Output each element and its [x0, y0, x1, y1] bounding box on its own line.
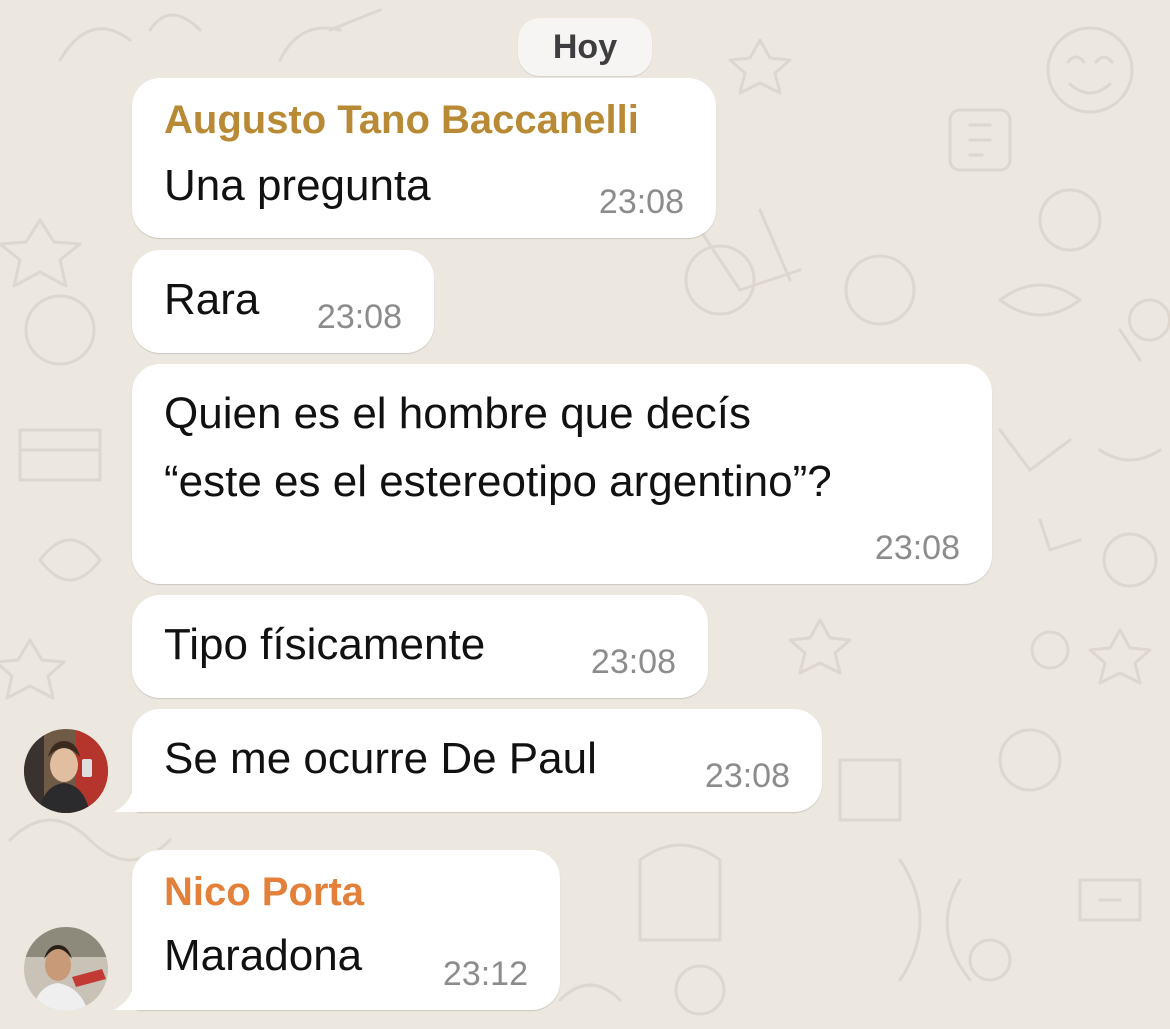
avatar[interactable]	[24, 927, 108, 1011]
message-time: 23:08	[598, 183, 684, 221]
message-bubble[interactable]: Nico Porta Maradona 23:12	[114, 850, 560, 1010]
message-bubble[interactable]: Tipo físicamente 23:08	[132, 595, 708, 698]
message-text: Se me ocurre De Paul	[164, 734, 597, 783]
message-time: 23:08	[874, 529, 960, 567]
message-bubble[interactable]: Augusto Tano Baccanelli Una pregunta 23:…	[132, 78, 716, 238]
sender-name[interactable]: Nico Porta	[164, 870, 364, 915]
message-text: Rara	[164, 275, 260, 324]
message-time: 23:08	[704, 757, 790, 795]
message-text: “este es el estereotipo argentino”?	[164, 457, 832, 506]
chat-messages[interactable]: Hoy Augusto Tano Baccanelli Una pregunta…	[0, 0, 1170, 1029]
message-time: 23:12	[442, 955, 528, 993]
sender-name[interactable]: Augusto Tano Baccanelli	[164, 98, 639, 143]
message-text: Maradona	[164, 931, 363, 980]
message-bubble[interactable]: Quien es el hombre que decís “este es el…	[132, 364, 992, 584]
message-time: 23:08	[590, 643, 676, 681]
bubble-tail	[114, 982, 144, 1010]
message-bubble[interactable]: Se me ocurre De Paul 23:08	[114, 709, 822, 812]
message-text: Una pregunta	[164, 161, 431, 210]
message-text: Tipo físicamente	[164, 620, 486, 669]
date-label: Hoy	[552, 27, 618, 66]
message-bubble[interactable]: Rara 23:08	[132, 250, 434, 353]
avatar[interactable]	[24, 729, 108, 813]
message-text: Quien es el hombre que decís	[164, 389, 752, 438]
bubble-tail	[114, 784, 144, 812]
date-separator: Hoy	[518, 18, 652, 76]
message-time: 23:08	[316, 298, 402, 336]
